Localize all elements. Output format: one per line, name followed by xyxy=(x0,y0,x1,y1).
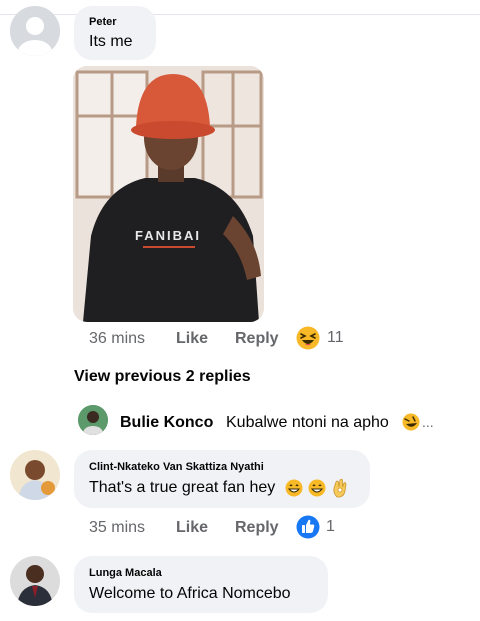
avatar-peter[interactable] xyxy=(10,6,60,56)
top-divider xyxy=(0,0,480,15)
comment-bubble-clint[interactable]: Clint-Nkateko Van Skattiza Nyathi That's… xyxy=(74,450,370,508)
avatar-photo-icon xyxy=(10,556,60,606)
view-previous-replies-link[interactable]: View previous 2 replies xyxy=(74,368,251,386)
avatar-photo-icon xyxy=(78,405,108,435)
avatar-bulie[interactable] xyxy=(78,405,108,435)
reply-author[interactable]: Bulie Konco xyxy=(120,414,213,432)
comment-time[interactable]: 36 mins xyxy=(89,330,145,348)
comment-bubble-lunga[interactable]: Lunga Macala Welcome to Africa Nomcebo xyxy=(74,556,328,613)
like-button[interactable]: Like xyxy=(176,330,208,348)
reply-button[interactable]: Reply xyxy=(235,519,279,537)
comment-author[interactable]: Peter xyxy=(89,16,117,28)
comment-time[interactable]: 35 mins xyxy=(89,519,145,537)
reply-preview[interactable]: Bulie Konco Kubalwe ntoni na apho ... xyxy=(78,405,478,435)
reaction-count[interactable]: 1 xyxy=(326,518,335,536)
like-button[interactable]: Like xyxy=(176,519,208,537)
comment-photo[interactable]: FANIBAI xyxy=(73,66,264,322)
reaction-count[interactable]: 11 xyxy=(327,329,344,347)
default-avatar-icon xyxy=(10,6,60,56)
like-thumb-icon[interactable] xyxy=(296,515,320,539)
reply-truncation: ... xyxy=(422,414,434,430)
avatar-clint[interactable] xyxy=(10,450,60,500)
comment-text: That's a true great fan hey xyxy=(89,479,276,496)
comment-author[interactable]: Lunga Macala xyxy=(89,567,162,579)
person-photo: FANIBAI xyxy=(73,66,264,322)
shirt-print: FANIBAI xyxy=(135,228,201,243)
comment-text: Welcome to Africa Nomcebo xyxy=(89,585,291,602)
comment-text: Its me xyxy=(89,33,133,50)
grinning-emoji-icon xyxy=(308,479,326,497)
reply-text: Kubalwe ntoni na apho xyxy=(226,414,389,431)
laughing-emoji-icon[interactable] xyxy=(296,326,320,350)
comment-author[interactable]: Clint-Nkateko Van Skattiza Nyathi xyxy=(89,461,264,473)
avatar-lunga[interactable] xyxy=(10,556,60,606)
ok-hand-emoji-icon xyxy=(331,478,349,498)
reply-button[interactable]: Reply xyxy=(235,330,279,348)
grinning-emoji-icon xyxy=(285,479,303,497)
avatar-photo-icon xyxy=(10,450,60,500)
comment-bubble-peter[interactable]: Peter Its me xyxy=(74,6,156,60)
rolling-laughing-emoji-icon xyxy=(402,413,420,431)
